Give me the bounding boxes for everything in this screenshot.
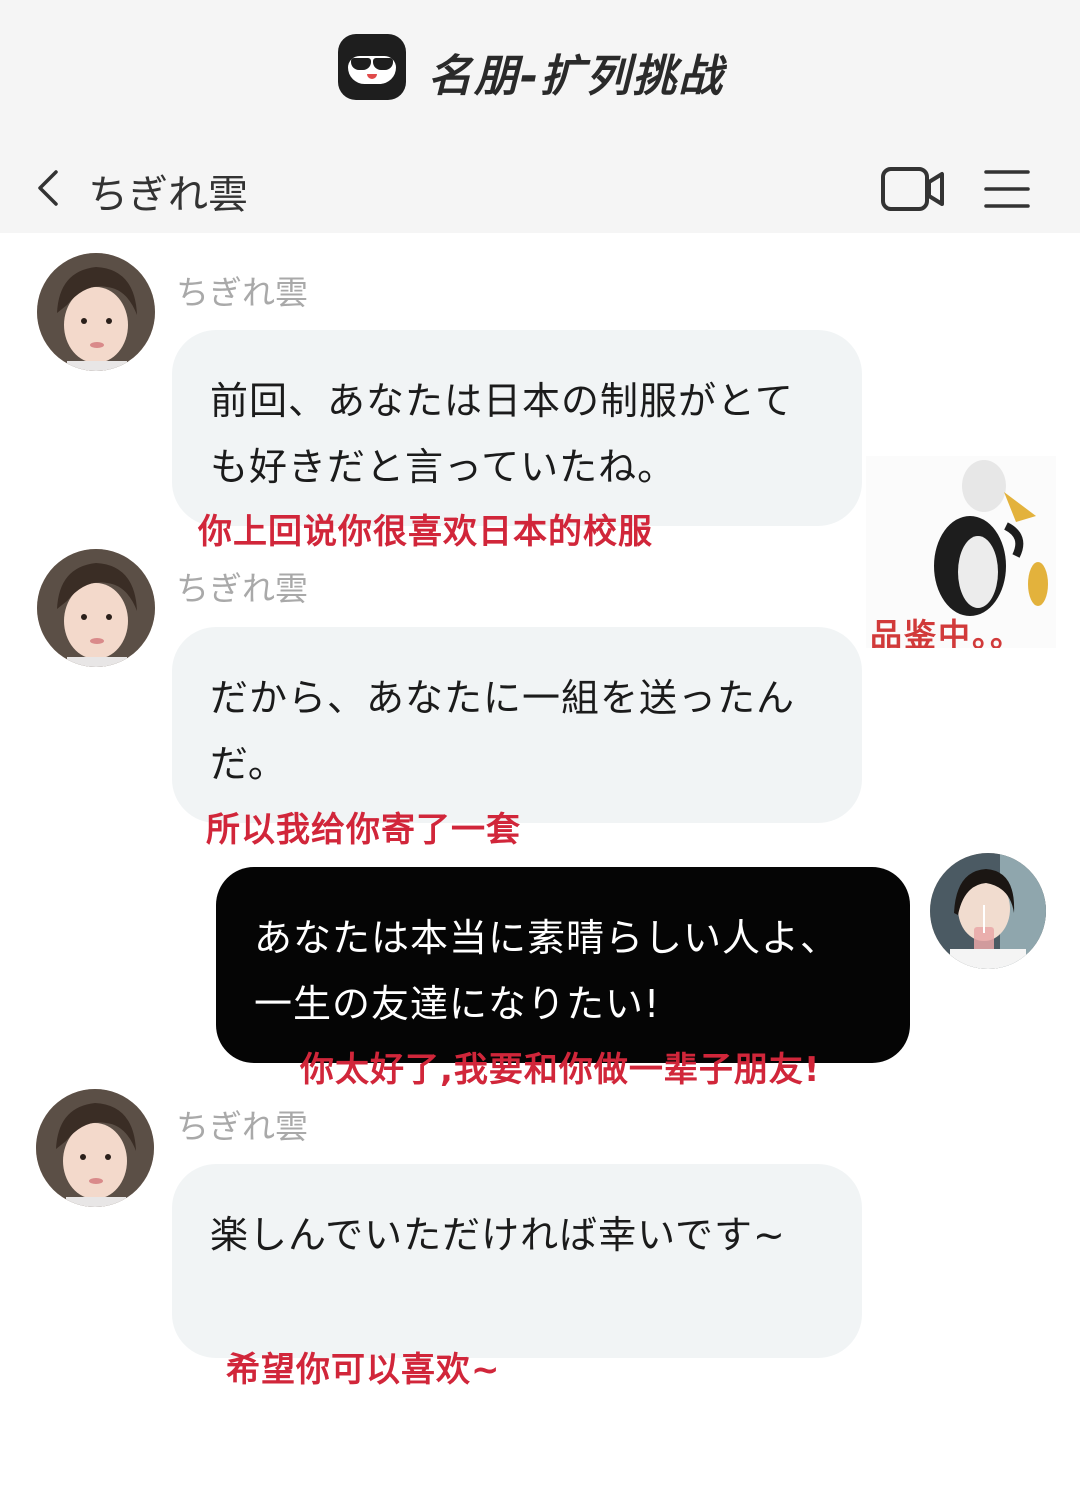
sender-avatar[interactable] (36, 1089, 154, 1207)
my-message-bubble[interactable]: あなたは本当に素晴らしい人よ、一生の友達になりたい! (216, 867, 910, 1063)
app-title: 名朋-扩列挑战 (428, 51, 725, 102)
message-caption: 希望你可以喜欢~ (226, 1350, 501, 1390)
message-bubble[interactable]: 前回、あなたは日本の制服がとても好きだと言っていたね。 (172, 330, 862, 526)
message-text: だから、あなたに一組を送ったんだ。 (210, 676, 796, 786)
message-bubble[interactable]: だから、あなたに一組を送ったんだ。 (172, 627, 862, 823)
message-caption: 所以我给你寄了一套 (206, 810, 521, 850)
sender-avatar[interactable] (37, 549, 155, 667)
message-caption: 你上回说你很喜欢日本的校服 (198, 512, 653, 552)
back-chevron-icon[interactable] (30, 168, 70, 208)
sticker-caption: 品鉴中。。 (870, 616, 1025, 648)
sender-avatar[interactable] (37, 253, 155, 371)
video-call-icon[interactable] (880, 165, 946, 213)
message-bubble[interactable]: 楽しんでいただければ幸いです~ (172, 1164, 862, 1358)
message-text: あなたは本当に素晴らしい人よ、一生の友達になりたい! (254, 916, 840, 1026)
sender-name: ちぎれ雲 (176, 273, 308, 312)
message-caption: 你太好了,我要和你做一辈子朋友! (300, 1050, 821, 1090)
sender-name: ちぎれ雲 (176, 569, 308, 608)
sender-name: ちぎれ雲 (176, 1107, 308, 1146)
message-text: 前回、あなたは日本の制服がとても好きだと言っていたね。 (210, 379, 794, 489)
penguin-sticker: 品鉴中。。 (866, 456, 1056, 648)
chat-title: ちぎれ雲 (88, 172, 248, 218)
my-avatar[interactable] (930, 853, 1046, 969)
message-text: 楽しんでいただければ幸いです~ (210, 1213, 786, 1257)
app-logo (338, 34, 406, 100)
menu-icon[interactable] (984, 168, 1030, 210)
